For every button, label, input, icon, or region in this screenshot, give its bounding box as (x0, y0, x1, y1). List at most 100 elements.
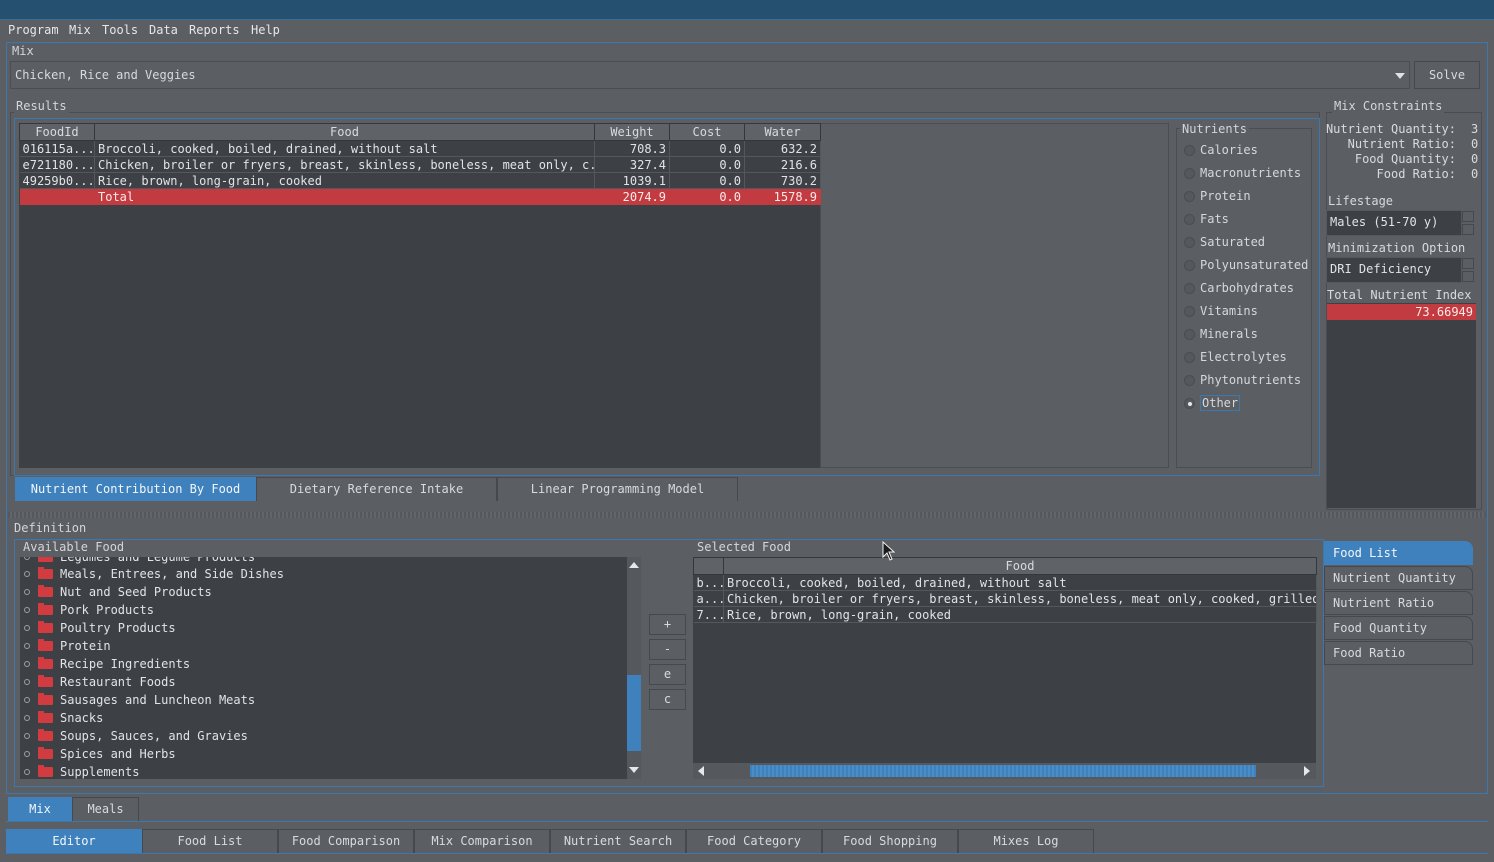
constraint-food-ratio-value: 0 (1471, 167, 1479, 181)
menu-help[interactable]: Help (251, 22, 280, 39)
side-tab-nutrient-ratio[interactable]: Nutrient Ratio (1324, 591, 1473, 615)
menu-tools[interactable]: Tools (102, 22, 138, 39)
radio-button-icon (1184, 191, 1195, 202)
cell-cost: 0.0 (669, 172, 745, 189)
scroll-left-icon[interactable] (698, 766, 704, 776)
radio-button-icon (1184, 375, 1195, 386)
constraint-food-quantity-value: 0 (1471, 152, 1479, 166)
edit-food-button[interactable]: e (649, 664, 686, 685)
spinner-up-icon[interactable] (1462, 211, 1474, 222)
results-group-label: Results (14, 99, 69, 113)
tab-mix[interactable]: Mix (8, 797, 72, 821)
tab-nutrient-contribution[interactable]: Nutrient Contribution By Food (15, 477, 256, 501)
clear-food-button[interactable]: c (649, 689, 686, 710)
expand-icon (24, 661, 30, 667)
table-row[interactable]: 016115a... Broccoli, cooked, boiled, dra… (19, 140, 821, 157)
lifestage-label: Lifestage (1328, 194, 1394, 208)
column-header-food[interactable]: Food (723, 557, 1317, 575)
tab-divider (6, 853, 1488, 854)
scroll-down-icon[interactable] (629, 767, 639, 773)
table-row[interactable]: e721180... Chicken, broiler or fryers, b… (19, 156, 821, 173)
tab-mix-comparison[interactable]: Mix Comparison (414, 829, 550, 853)
tab-food-shopping[interactable]: Food Shopping (822, 829, 958, 853)
results-empty-area (820, 123, 1169, 468)
tree-scrollbar[interactable] (627, 557, 641, 779)
cell-foodid: e721180... (19, 156, 95, 173)
tab-mixes-log[interactable]: Mixes Log (958, 829, 1094, 853)
menu-reports[interactable]: Reports (189, 22, 240, 39)
mix-select-value: Chicken, Rice and Veggies (15, 68, 196, 82)
splitter-handle[interactable] (8, 512, 1486, 518)
tab-food-category[interactable]: Food Category (686, 829, 822, 853)
minimization-field[interactable]: DRI Deficiency (1326, 257, 1462, 283)
side-tab-nutrient-quantity[interactable]: Nutrient Quantity (1324, 566, 1473, 590)
column-header-weight[interactable]: Weight (594, 123, 670, 141)
spinner-down-icon[interactable] (1462, 224, 1474, 235)
remove-food-button[interactable]: - (649, 639, 686, 660)
cell-cost: 0.0 (669, 156, 745, 173)
cell-foodid (19, 188, 95, 205)
tni-area (1327, 303, 1476, 508)
constraint-food-quantity-label: Food Quantity: (1354, 152, 1456, 166)
radio-button-icon (1184, 329, 1195, 340)
column-header-foodid[interactable]: FoodId (19, 123, 95, 141)
scroll-right-icon[interactable] (1304, 766, 1310, 776)
lifestage-field[interactable]: Males (51-70 y) (1326, 210, 1462, 236)
menu-program[interactable]: Program (8, 22, 59, 39)
cell-weight: 2074.9 (594, 188, 670, 205)
tab-nutrient-search[interactable]: Nutrient Search (550, 829, 686, 853)
expand-icon (24, 607, 30, 613)
folder-icon (38, 711, 53, 723)
cell-food: Chicken, broiler or fryers, breast, skin… (94, 156, 595, 173)
column-header-food[interactable]: Food (94, 123, 595, 141)
folder-icon (38, 621, 53, 633)
column-header-cost[interactable]: Cost (669, 123, 745, 141)
selected-food-label: Selected Food (695, 540, 793, 554)
add-food-button[interactable]: + (649, 614, 686, 635)
cell-foodid: 49259b0... (19, 172, 95, 189)
tab-editor[interactable]: Editor (6, 829, 142, 853)
tab-linear-programming-model[interactable]: Linear Programming Model (497, 477, 738, 501)
radio-button-icon (1184, 260, 1195, 271)
cell-food: Rice, brown, long-grain, cooked (723, 606, 1317, 623)
tab-meals[interactable]: Meals (72, 797, 139, 821)
solve-button[interactable]: Solve (1414, 61, 1480, 89)
mix-select[interactable]: Chicken, Rice and Veggies (10, 61, 1410, 89)
expand-icon (24, 625, 30, 631)
expand-icon (24, 715, 30, 721)
scrollbar-thumb[interactable] (627, 675, 641, 751)
scroll-up-icon[interactable] (629, 562, 639, 568)
column-header-id[interactable] (693, 557, 724, 575)
results-table: FoodId Food Weight Cost Water 016115a...… (19, 123, 821, 205)
radio-button-selected-icon (1184, 398, 1195, 409)
expand-icon (24, 679, 30, 685)
side-tab-food-quantity[interactable]: Food Quantity (1324, 616, 1473, 640)
constraint-food-ratio-label: Food Ratio: (1376, 167, 1456, 181)
side-tab-food-list[interactable]: Food List (1324, 541, 1473, 565)
table-row[interactable]: b... Broccoli, cooked, boiled, drained, … (693, 574, 1317, 591)
menu-data[interactable]: Data (149, 22, 178, 39)
table-row[interactable]: 49259b0... Rice, brown, long-grain, cook… (19, 172, 821, 189)
radio-button-icon (1184, 306, 1195, 317)
tab-food-list[interactable]: Food List (142, 829, 278, 853)
horizontal-scrollbar[interactable] (693, 763, 1316, 779)
side-tab-food-ratio[interactable]: Food Ratio (1324, 641, 1473, 665)
radio-button-icon (1184, 214, 1195, 225)
cell-water: 632.2 (744, 140, 821, 157)
tni-label: Total Nutrient Index (1327, 288, 1472, 302)
menu-mix[interactable]: Mix (69, 22, 91, 39)
cell-id: 7... (693, 606, 724, 623)
spinner-down-icon[interactable] (1462, 271, 1474, 282)
table-row[interactable]: a... Chicken, broiler or fryers, breast,… (693, 590, 1317, 607)
scrollbar-thumb[interactable] (750, 765, 1256, 777)
total-row[interactable]: Total 2074.9 0.0 1578.9 (19, 188, 821, 205)
cell-water: 1578.9 (744, 188, 821, 205)
column-header-water[interactable]: Water (744, 123, 821, 141)
table-row[interactable]: 7... Rice, brown, long-grain, cooked (693, 606, 1317, 623)
mix-group-label: Mix (10, 44, 36, 58)
chevron-down-icon (1395, 73, 1405, 79)
cell-food: Broccoli, cooked, boiled, drained, witho… (94, 140, 595, 157)
tab-dietary-reference-intake[interactable]: Dietary Reference Intake (256, 477, 497, 501)
spinner-up-icon[interactable] (1462, 258, 1474, 269)
tab-food-comparison[interactable]: Food Comparison (278, 829, 414, 853)
